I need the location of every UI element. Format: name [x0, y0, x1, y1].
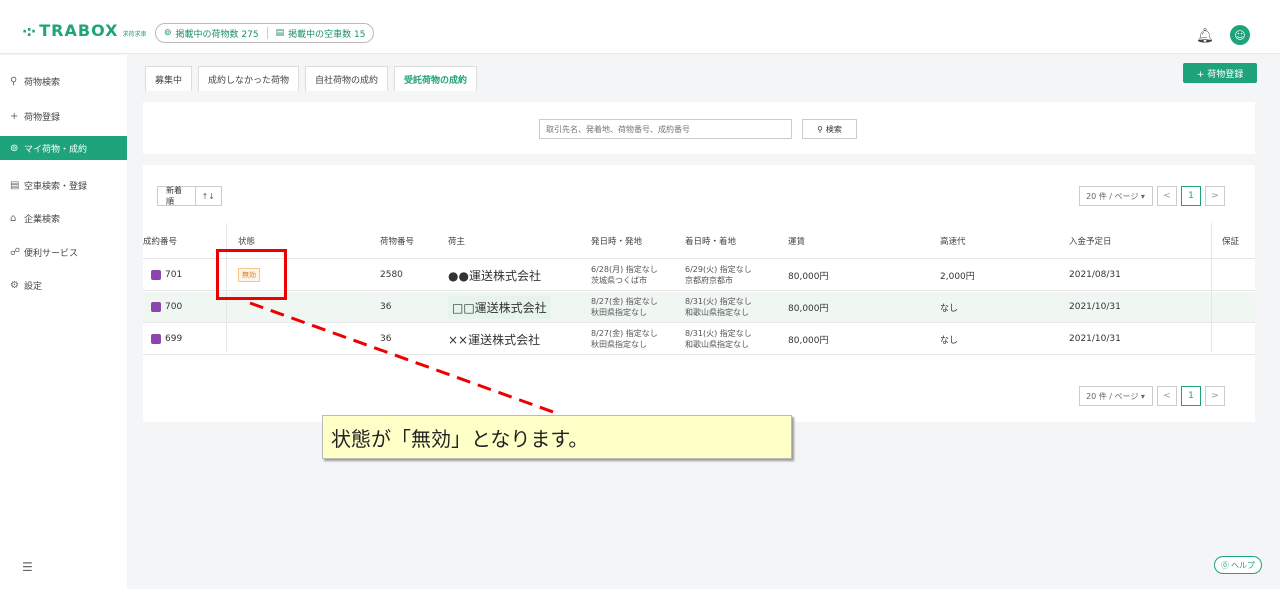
annotation-text: 状態が「無効」となります。	[331, 426, 589, 451]
help-label: ヘルプ	[1231, 560, 1255, 570]
annotation-callout: 状態が「無効」となります。	[322, 415, 792, 459]
annotation-pointer-line	[249, 301, 557, 415]
help-button[interactable]: ⓪ ヘルプ	[1214, 556, 1262, 574]
help-icon: ⓪	[1221, 560, 1229, 570]
